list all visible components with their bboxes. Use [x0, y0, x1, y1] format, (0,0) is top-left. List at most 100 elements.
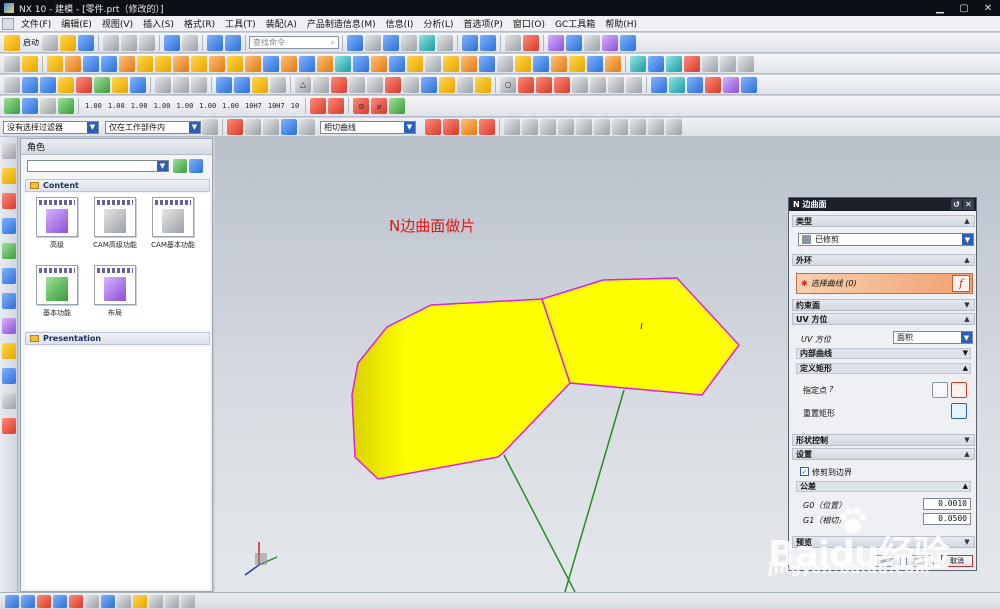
tube-icon[interactable] — [58, 76, 74, 93]
role-cam-advanced[interactable]: CAM高级功能 — [89, 197, 141, 250]
menu-preferences[interactable]: 首选项(P) — [458, 17, 507, 30]
pmi-ruler-icon[interactable] — [310, 98, 327, 114]
content-section-header[interactable]: Content — [25, 179, 210, 192]
replace-component-icon[interactable] — [40, 76, 56, 93]
trim-curve-icon[interactable] — [590, 76, 606, 93]
close-icon[interactable]: ✕ — [963, 199, 974, 210]
menu-pmi[interactable]: 产品制造信息(M) — [302, 17, 381, 30]
menu-insert[interactable]: 插入(S) — [138, 17, 179, 30]
menu-format[interactable]: 格式(R) — [179, 17, 220, 30]
hole-icon[interactable] — [155, 55, 171, 72]
maximize-icon[interactable]: ▢ — [952, 0, 976, 16]
chain-icon[interactable] — [461, 119, 477, 135]
derived-line-icon[interactable] — [651, 76, 667, 93]
divide-curve-icon[interactable] — [608, 76, 624, 93]
reset-icon[interactable]: ↺ — [951, 199, 962, 210]
info-icon[interactable] — [225, 34, 241, 51]
status-icon-10[interactable] — [149, 594, 163, 608]
dim-basic[interactable]: 1.00 — [197, 98, 218, 114]
show-hide-icon[interactable] — [462, 34, 478, 51]
status-icon-8[interactable] — [117, 594, 131, 608]
split-body-icon[interactable] — [353, 55, 369, 72]
grid-icon[interactable] — [4, 76, 20, 93]
copy-icon[interactable] — [121, 34, 137, 51]
mirror-icon[interactable] — [497, 55, 513, 72]
status-icon-3[interactable] — [37, 594, 51, 608]
pmi-pencil-icon[interactable] — [328, 98, 345, 114]
extension-icon[interactable] — [720, 55, 736, 72]
status-icon-5[interactable] — [69, 594, 83, 608]
render-style-icon[interactable] — [383, 34, 399, 51]
sketch-icon[interactable] — [4, 55, 20, 72]
status-icon-12[interactable] — [181, 594, 195, 608]
check-mate-icon[interactable] — [4, 98, 20, 114]
reset-rectangle-icon[interactable] — [951, 403, 967, 419]
fillet-curve-icon[interactable] — [554, 76, 570, 93]
delete-face-icon[interactable] — [155, 76, 171, 93]
define-rectangle-subsection[interactable]: 定义矩形 ▲ — [796, 363, 971, 374]
circle-icon[interactable]: ○ — [500, 76, 516, 93]
redo-icon[interactable] — [182, 34, 198, 51]
rectangle-select-icon[interactable] — [263, 119, 279, 135]
triangle-icon[interactable]: △ — [295, 76, 311, 93]
studio-surface-icon[interactable] — [666, 55, 682, 72]
g0-tolerance-input[interactable]: 0.0010 — [923, 498, 971, 510]
line-icon[interactable] — [518, 76, 534, 93]
bridge-curve-icon[interactable] — [741, 76, 757, 93]
offset-curve-icon[interactable] — [234, 76, 250, 93]
cut-icon[interactable] — [103, 34, 119, 51]
section-view-icon[interactable] — [419, 34, 435, 51]
feature-select-icon[interactable] — [299, 119, 315, 135]
inner-curves-subsection[interactable]: 内部曲线 ▼ — [796, 348, 971, 359]
selection-scope-select[interactable]: 仅在工作部件内 ▼ — [105, 120, 201, 134]
paste-icon[interactable] — [139, 34, 155, 51]
back-arrow-icon[interactable] — [389, 98, 406, 114]
analysis-icon[interactable] — [566, 34, 582, 51]
curvature-icon[interactable] — [602, 34, 618, 51]
rotate-view-icon[interactable] — [365, 34, 381, 51]
constraint-navigator-icon[interactable] — [2, 193, 16, 209]
shape-control-section-header[interactable]: 形状控制 ▼ — [792, 434, 975, 446]
cylinder-icon[interactable] — [101, 55, 117, 72]
offset-face-icon[interactable] — [461, 55, 477, 72]
snap-control-icon[interactable] — [540, 119, 556, 135]
deviation-icon[interactable] — [584, 34, 600, 51]
thicken-icon[interactable] — [443, 55, 459, 72]
layer-icon[interactable] — [480, 34, 496, 51]
shell-icon[interactable] — [407, 55, 423, 72]
status-icon-9[interactable] — [133, 594, 147, 608]
subtract-icon[interactable] — [299, 55, 315, 72]
highlight-icon[interactable] — [281, 119, 297, 135]
dim-fit-tolerance[interactable]: 10H7 — [266, 98, 287, 114]
diameter-icon[interactable]: ⌀ — [371, 98, 388, 114]
command-search-input[interactable]: 查找命令 ⌕ — [249, 36, 339, 49]
sew-icon[interactable] — [587, 55, 603, 72]
menu-assembly[interactable]: 装配(A) — [261, 17, 302, 30]
draft-icon[interactable] — [425, 55, 441, 72]
snap-on-face-icon[interactable] — [648, 119, 664, 135]
offset-surface-icon[interactable] — [738, 55, 754, 72]
unite-icon[interactable] — [281, 55, 297, 72]
block-icon[interactable] — [83, 55, 99, 72]
menu-app-icon[interactable] — [2, 17, 14, 30]
composite-curve-icon[interactable] — [723, 76, 739, 93]
undo-icon[interactable] — [164, 34, 180, 51]
dim-linear[interactable]: 1.00 — [83, 98, 104, 114]
g1-tolerance-input[interactable]: 0.0500 — [923, 513, 971, 525]
snap-end-icon[interactable] — [504, 119, 520, 135]
slot-icon[interactable] — [227, 55, 243, 72]
guide-curve-2[interactable] — [564, 389, 625, 592]
start-menu-label[interactable]: 启动 — [21, 37, 41, 48]
dim-tolerance-2[interactable]: 1.00 — [129, 98, 150, 114]
point-dialog-icon[interactable] — [932, 382, 948, 398]
system-scenes-icon[interactable] — [2, 418, 16, 434]
orient-view-icon[interactable] — [401, 34, 417, 51]
dim-tolerance-3[interactable]: 1.00 — [152, 98, 173, 114]
n-sided-surface-icon[interactable] — [684, 55, 700, 72]
patch-icon[interactable] — [605, 55, 621, 72]
menu-tools[interactable]: 工具(T) — [220, 17, 261, 30]
project-curve-icon[interactable] — [252, 76, 268, 93]
menu-file[interactable]: 文件(F) — [16, 17, 56, 30]
constraint-faces-section-header[interactable]: 约束面 ▼ — [792, 299, 975, 311]
close-icon[interactable]: ✕ — [976, 0, 1000, 16]
